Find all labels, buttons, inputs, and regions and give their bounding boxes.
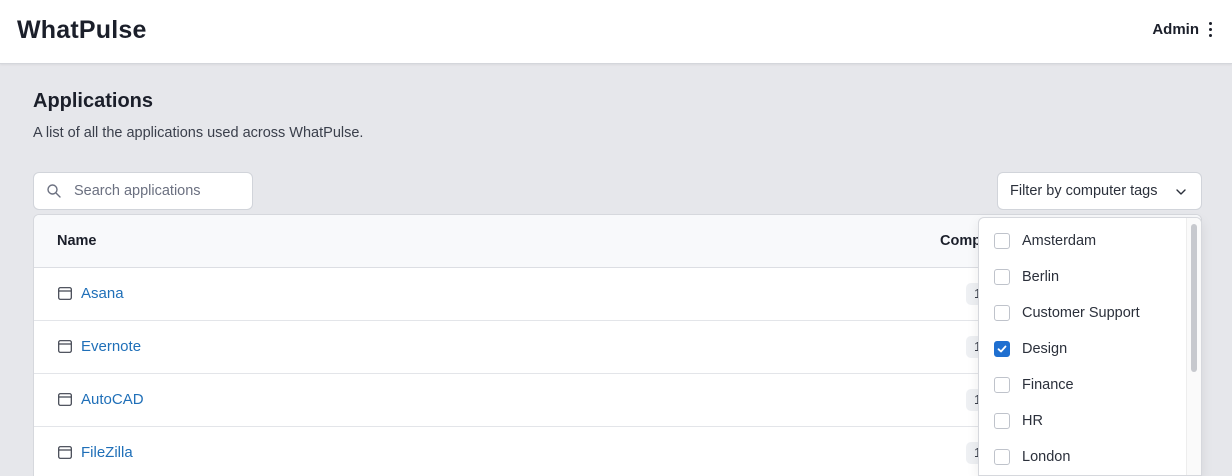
- app-link[interactable]: Evernote: [81, 338, 141, 355]
- brand-logo[interactable]: WhatPulse: [17, 16, 147, 45]
- page-title: Applications: [33, 90, 154, 112]
- more-vertical-icon: [1207, 20, 1214, 39]
- checkbox[interactable]: [994, 305, 1010, 321]
- app-window-icon: [58, 393, 72, 406]
- column-header-name[interactable]: Name: [57, 233, 97, 249]
- search-icon: [47, 184, 61, 198]
- search-input[interactable]: [34, 173, 252, 209]
- tag-option-label: Amsterdam: [1022, 233, 1097, 249]
- user-menu-button[interactable]: Admin: [1152, 20, 1214, 39]
- checkbox[interactable]: [994, 269, 1010, 285]
- tag-option-label: Berlin: [1022, 269, 1060, 285]
- app-window-icon: [58, 446, 72, 459]
- tag-option-label: HR: [1022, 413, 1043, 429]
- app-link[interactable]: FileZilla: [81, 444, 133, 461]
- app-window-icon: [58, 340, 72, 353]
- tag-option-customer-support[interactable]: Customer Support: [979, 295, 1187, 331]
- scrollbar-thumb[interactable]: [1191, 224, 1197, 372]
- filter-label: Filter by computer tags: [1010, 183, 1158, 199]
- app-link[interactable]: AutoCAD: [81, 391, 144, 408]
- top-bar: WhatPulse Admin: [0, 0, 1232, 64]
- search-box: [33, 172, 253, 210]
- checkmark-icon: [997, 345, 1007, 353]
- tag-option-berlin[interactable]: Berlin: [979, 259, 1187, 295]
- tag-option-london[interactable]: London: [979, 439, 1187, 475]
- chevron-down-icon: [1176, 189, 1186, 195]
- tag-option-design[interactable]: Design: [979, 331, 1187, 367]
- tag-option-amsterdam[interactable]: Amsterdam: [979, 223, 1187, 259]
- tag-option-label: Design: [1022, 341, 1068, 357]
- tag-option-finance[interactable]: Finance: [979, 367, 1187, 403]
- tag-option-label: Customer Support: [1022, 305, 1140, 321]
- checkbox[interactable]: [994, 449, 1010, 465]
- dropdown-scrollbar[interactable]: [1186, 218, 1201, 475]
- tag-option-label: London: [1022, 449, 1071, 465]
- tag-option-hr[interactable]: HR: [979, 403, 1187, 439]
- app-link[interactable]: Asana: [81, 285, 124, 302]
- checkbox-checked[interactable]: [994, 341, 1010, 357]
- app-window-icon: [58, 287, 72, 300]
- checkbox[interactable]: [994, 413, 1010, 429]
- user-menu-label: Admin: [1152, 21, 1199, 38]
- tags-dropdown: Amsterdam Berlin Customer Support Design…: [978, 217, 1202, 476]
- page-description: A list of all the applications used acro…: [33, 125, 364, 141]
- checkbox[interactable]: [994, 233, 1010, 249]
- column-header-computers[interactable]: Comp: [940, 233, 981, 249]
- filter-by-tags-button[interactable]: Filter by computer tags: [997, 172, 1202, 210]
- checkbox[interactable]: [994, 377, 1010, 393]
- tag-option-label: Finance: [1022, 377, 1074, 393]
